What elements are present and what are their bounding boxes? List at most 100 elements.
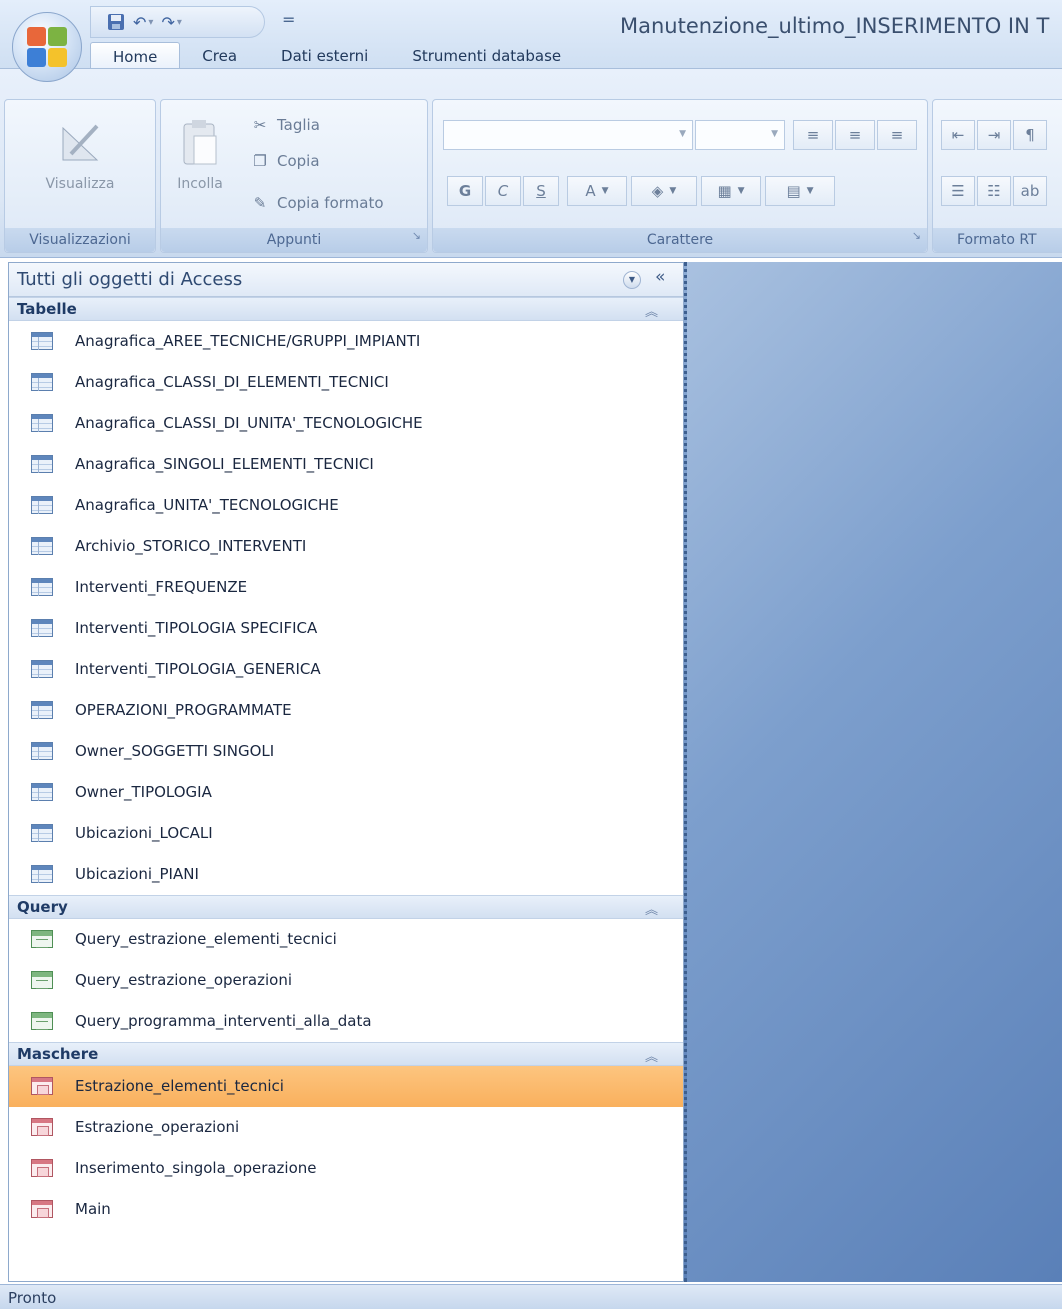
highlight-icon[interactable]: ab <box>1013 176 1047 206</box>
group-formato-rtf: ⇤ ⇥ ¶ ☰ ☷ ab Formato RT <box>932 99 1062 253</box>
carattere-dialog-launcher-icon[interactable]: ↘ <box>912 224 921 248</box>
chevron-down-icon: ▼ <box>601 186 609 196</box>
increase-indent-icon[interactable]: ⇥ <box>977 120 1011 150</box>
alternate-fill-button[interactable]: ▤ ▼ <box>765 176 835 206</box>
table-icon <box>31 660 53 678</box>
nav-item-form[interactable]: Estrazione_operazioni <box>9 1107 683 1148</box>
align-center-icon[interactable]: ≡ <box>835 120 875 150</box>
nav-item-label: Anagrafica_CLASSI_DI_ELEMENTI_TECNICI <box>75 373 389 391</box>
copia-formato-label: Copia formato <box>277 194 384 212</box>
group-appunti: Incolla ✂ Taglia ❐ Copia ✎ Copia formato… <box>160 99 428 253</box>
numbering-icon[interactable]: ☷ <box>977 176 1011 206</box>
undo-icon[interactable]: ↶ ▾ <box>133 13 153 32</box>
nav-pane-header[interactable]: Tutti gli oggetti di Access ▼ « <box>9 263 683 297</box>
nav-item-table[interactable]: Anagrafica_UNITA'_TECNOLOGICHE <box>9 485 683 526</box>
nav-item-label: Interventi_TIPOLOGIA SPECIFICA <box>75 619 318 637</box>
copia-formato-button[interactable]: ✎ Copia formato <box>251 194 384 212</box>
font-color-button[interactable]: A ▼ <box>567 176 627 206</box>
form-icon <box>31 1159 53 1177</box>
redo-icon[interactable]: ↷ ▾ <box>161 13 181 32</box>
incolla-button[interactable]: Incolla <box>155 110 245 192</box>
group-title-maschere: Maschere <box>17 1045 99 1063</box>
nav-item-table[interactable]: Interventi_TIPOLOGIA SPECIFICA <box>9 608 683 649</box>
query-icon <box>31 930 53 948</box>
taglia-button[interactable]: ✂ Taglia <box>251 116 320 134</box>
nav-item-label: Anagrafica_UNITA'_TECNOLOGICHE <box>75 496 339 514</box>
nav-item-label: OPERAZIONI_PROGRAMMATE <box>75 701 292 719</box>
visualizza-label: Visualizza <box>45 176 115 192</box>
visualizza-button[interactable]: Visualizza <box>25 110 135 192</box>
collapse-chevron-icon[interactable]: ︽ <box>645 301 658 320</box>
collapse-chevron-icon[interactable]: ︽ <box>645 899 658 918</box>
grid-icon: ▦ <box>717 182 732 200</box>
group-title-query: Query <box>17 898 68 916</box>
nav-item-table[interactable]: Anagrafica_AREE_TECNICHE/GRUPPI_IMPIANTI <box>9 321 683 362</box>
status-bar: Pronto <box>0 1284 1062 1309</box>
ribbon-tabs: Home Crea Dati esterni Strumenti databas… <box>90 40 583 70</box>
group-title-tabelle: Tabelle <box>17 300 77 318</box>
nav-item-table[interactable]: Archivio_STORICO_INTERVENTI <box>9 526 683 567</box>
group-header-query[interactable]: Query ︽ <box>9 895 683 919</box>
qat-customize-button[interactable]: = <box>282 10 295 29</box>
group-header-maschere[interactable]: Maschere ︽ <box>9 1042 683 1066</box>
nav-item-form[interactable]: Inserimento_singola_operazione <box>9 1148 683 1189</box>
nav-item-table[interactable]: Anagrafica_CLASSI_DI_ELEMENTI_TECNICI <box>9 362 683 403</box>
bullets-icon[interactable]: ☰ <box>941 176 975 206</box>
nav-pane-title: Tutti gli oggetti di Access <box>17 269 243 290</box>
gridlines-button[interactable]: ▦ ▼ <box>701 176 761 206</box>
tab-home[interactable]: Home <box>90 42 181 70</box>
table-icon <box>31 742 53 760</box>
chevron-down-icon: ▼ <box>771 129 778 139</box>
tab-crea[interactable]: Crea <box>180 42 259 70</box>
fill-color-button[interactable]: ◈ ▼ <box>631 176 697 206</box>
nav-item-form[interactable]: Main <box>9 1189 683 1230</box>
save-icon[interactable] <box>107 13 125 31</box>
paste-icon <box>155 110 245 176</box>
nav-item-table[interactable]: Owner_TIPOLOGIA <box>9 772 683 813</box>
nav-item-query[interactable]: Query_estrazione_operazioni <box>9 960 683 1001</box>
nav-item-label: Archivio_STORICO_INTERVENTI <box>75 537 307 555</box>
nav-item-table[interactable]: Interventi_FREQUENZE <box>9 567 683 608</box>
underline-button[interactable]: S <box>523 176 559 206</box>
nav-item-table[interactable]: Anagrafica_SINGOLI_ELEMENTI_TECNICI <box>9 444 683 485</box>
nav-item-label: Query_estrazione_operazioni <box>75 971 293 989</box>
font-size-combo[interactable]: ▼ <box>695 120 785 150</box>
table-icon <box>31 865 53 883</box>
office-button[interactable] <box>12 12 82 82</box>
table-icon <box>31 619 53 637</box>
text-direction-icon[interactable]: ¶ <box>1013 120 1047 150</box>
nav-item-table[interactable]: Ubicazioni_LOCALI <box>9 813 683 854</box>
nav-item-query[interactable]: Query_estrazione_elementi_tecnici <box>9 919 683 960</box>
nav-menu-chevron-icon[interactable]: ▼ <box>623 271 641 289</box>
collapse-chevron-icon[interactable]: ︽ <box>645 1046 658 1065</box>
nav-item-table[interactable]: Anagrafica_CLASSI_DI_UNITA'_TECNOLOGICHE <box>9 403 683 444</box>
nav-item-label: Anagrafica_CLASSI_DI_UNITA'_TECNOLOGICHE <box>75 414 423 432</box>
nav-item-label: Owner_SOGGETTI SINGOLI <box>75 742 275 760</box>
group-carattere: ▼ ▼ ≡ ≡ ≡ G C S A ▼ ◈ ▼ ▦ ▼ ▤ ▼ Carattere ↘ <box>432 99 928 253</box>
table-icon <box>31 332 53 350</box>
format-painter-icon: ✎ <box>253 194 267 212</box>
align-left-icon[interactable]: ≡ <box>793 120 833 150</box>
bold-button[interactable]: G <box>447 176 483 206</box>
table-icon <box>31 537 53 555</box>
italic-button[interactable]: C <box>485 176 521 206</box>
paint-bucket-icon: ◈ <box>651 182 664 200</box>
nav-item-table[interactable]: Owner_SOGGETTI SINGOLI <box>9 731 683 772</box>
nav-item-table[interactable]: Ubicazioni_PIANI <box>9 854 683 895</box>
taglia-label: Taglia <box>277 116 320 134</box>
group-header-tabelle[interactable]: Tabelle ︽ <box>9 297 683 321</box>
tab-strumenti-database[interactable]: Strumenti database <box>390 42 583 70</box>
nav-item-table[interactable]: OPERAZIONI_PROGRAMMATE <box>9 690 683 731</box>
tab-dati-esterni[interactable]: Dati esterni <box>259 42 390 70</box>
appunti-dialog-launcher-icon[interactable]: ↘ <box>412 224 421 248</box>
document-work-area <box>684 262 1062 1282</box>
status-text: Pronto <box>8 1289 57 1307</box>
shutter-bar-close-icon[interactable]: « <box>655 267 665 287</box>
nav-item-query[interactable]: Query_programma_interventi_alla_data <box>9 1001 683 1042</box>
nav-item-table[interactable]: Interventi_TIPOLOGIA_GENERICA <box>9 649 683 690</box>
align-right-icon[interactable]: ≡ <box>877 120 917 150</box>
copia-button[interactable]: ❐ Copia <box>251 152 319 170</box>
nav-item-form-selected[interactable]: Estrazione_elementi_tecnici <box>9 1066 683 1107</box>
decrease-indent-icon[interactable]: ⇤ <box>941 120 975 150</box>
font-name-combo[interactable]: ▼ <box>443 120 693 150</box>
